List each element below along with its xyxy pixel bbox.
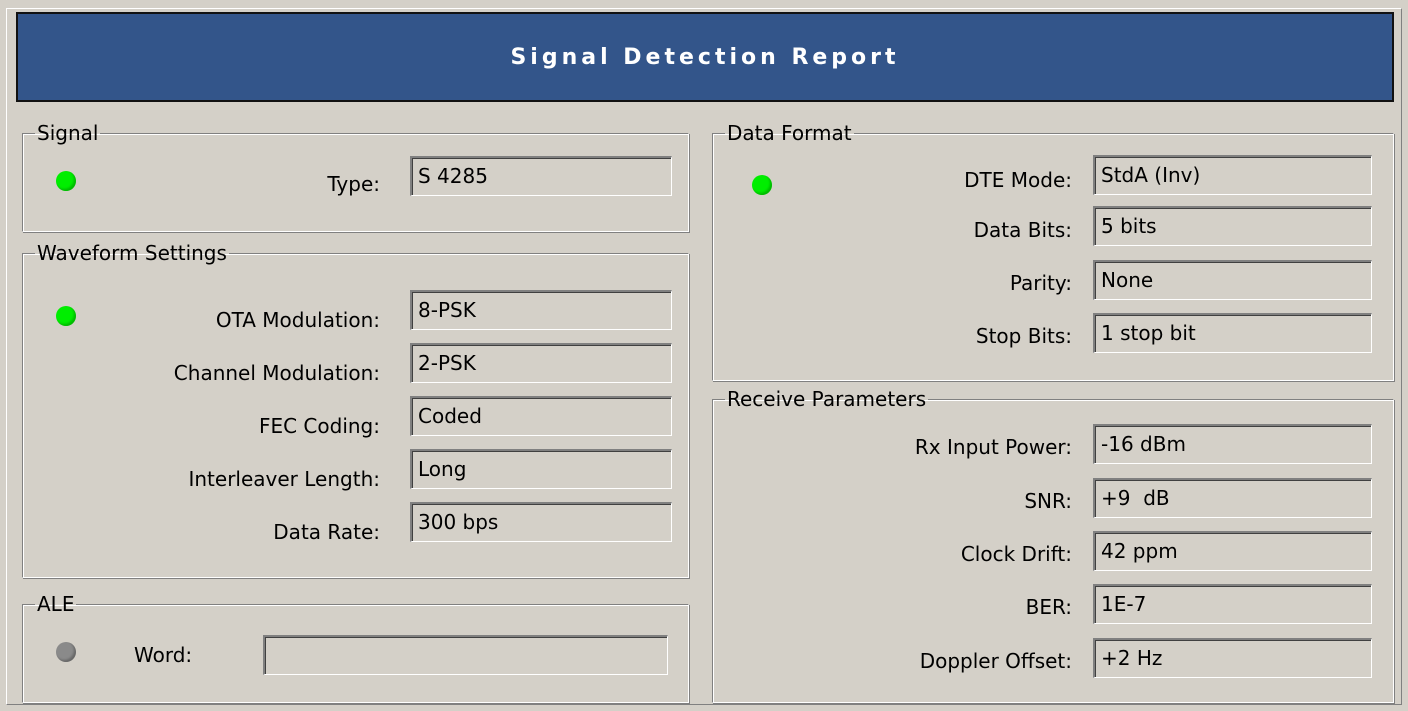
ber-field[interactable]: 1E-7 xyxy=(1093,584,1372,624)
signal-status-icon xyxy=(56,171,76,191)
data-bits-field[interactable]: 5 bits xyxy=(1093,206,1372,246)
stop-bits-label: Stop Bits: xyxy=(975,324,1072,348)
clock-drift-label: Clock Drift: xyxy=(960,542,1072,566)
snr-label: SNR: xyxy=(1024,489,1072,513)
signal-type-field[interactable]: S 4285 xyxy=(410,156,672,196)
clock-drift-field[interactable]: 42 ppm xyxy=(1093,531,1372,571)
data-bits-label: Data Bits: xyxy=(973,218,1072,242)
doppler-offset-field[interactable]: +2 Hz xyxy=(1093,638,1372,678)
signal-legend: Signal xyxy=(37,121,99,145)
ale-legend: ALE xyxy=(37,592,75,616)
fec-coding-field[interactable]: Coded xyxy=(410,396,672,436)
dte-mode-field[interactable]: StdA (Inv) xyxy=(1093,155,1372,195)
data-rate-field[interactable]: 300 bps xyxy=(410,502,672,542)
data-format-legend: Data Format xyxy=(727,121,852,145)
data-rate-label: Data Rate: xyxy=(273,520,380,544)
ale-word-label: Word: xyxy=(134,643,193,667)
receive-parameters-legend: Receive Parameters xyxy=(727,387,927,411)
rx-input-power-field[interactable]: -16 dBm xyxy=(1093,424,1372,464)
ota-modulation-field[interactable]: 8-PSK xyxy=(410,290,672,330)
parity-field[interactable]: None xyxy=(1093,260,1372,300)
interleaver-length-field[interactable]: Long xyxy=(410,449,672,489)
channel-modulation-label: Channel Modulation: xyxy=(173,361,380,385)
ota-modulation-label: OTA Modulation: xyxy=(215,308,380,332)
snr-field[interactable]: +9 dB xyxy=(1093,478,1372,518)
ber-label: BER: xyxy=(1025,595,1072,619)
dte-mode-label: DTE Mode: xyxy=(964,168,1072,192)
ale-word-field[interactable] xyxy=(263,635,668,675)
fec-coding-label: FEC Coding: xyxy=(258,414,380,438)
report-title: Signal Detection Report xyxy=(16,12,1394,102)
interleaver-length-label: Interleaver Length: xyxy=(188,467,380,491)
channel-modulation-field[interactable]: 2-PSK xyxy=(410,343,672,383)
stop-bits-field[interactable]: 1 stop bit xyxy=(1093,313,1372,353)
doppler-offset-label: Doppler Offset: xyxy=(919,649,1072,673)
rx-input-power-label: Rx Input Power: xyxy=(914,435,1072,459)
signal-type-label: Type: xyxy=(327,172,380,196)
waveform-settings-legend: Waveform Settings xyxy=(37,241,227,265)
parity-label: Parity: xyxy=(1009,271,1072,295)
data-format-status-icon xyxy=(752,175,772,195)
ale-status-icon xyxy=(56,642,76,662)
